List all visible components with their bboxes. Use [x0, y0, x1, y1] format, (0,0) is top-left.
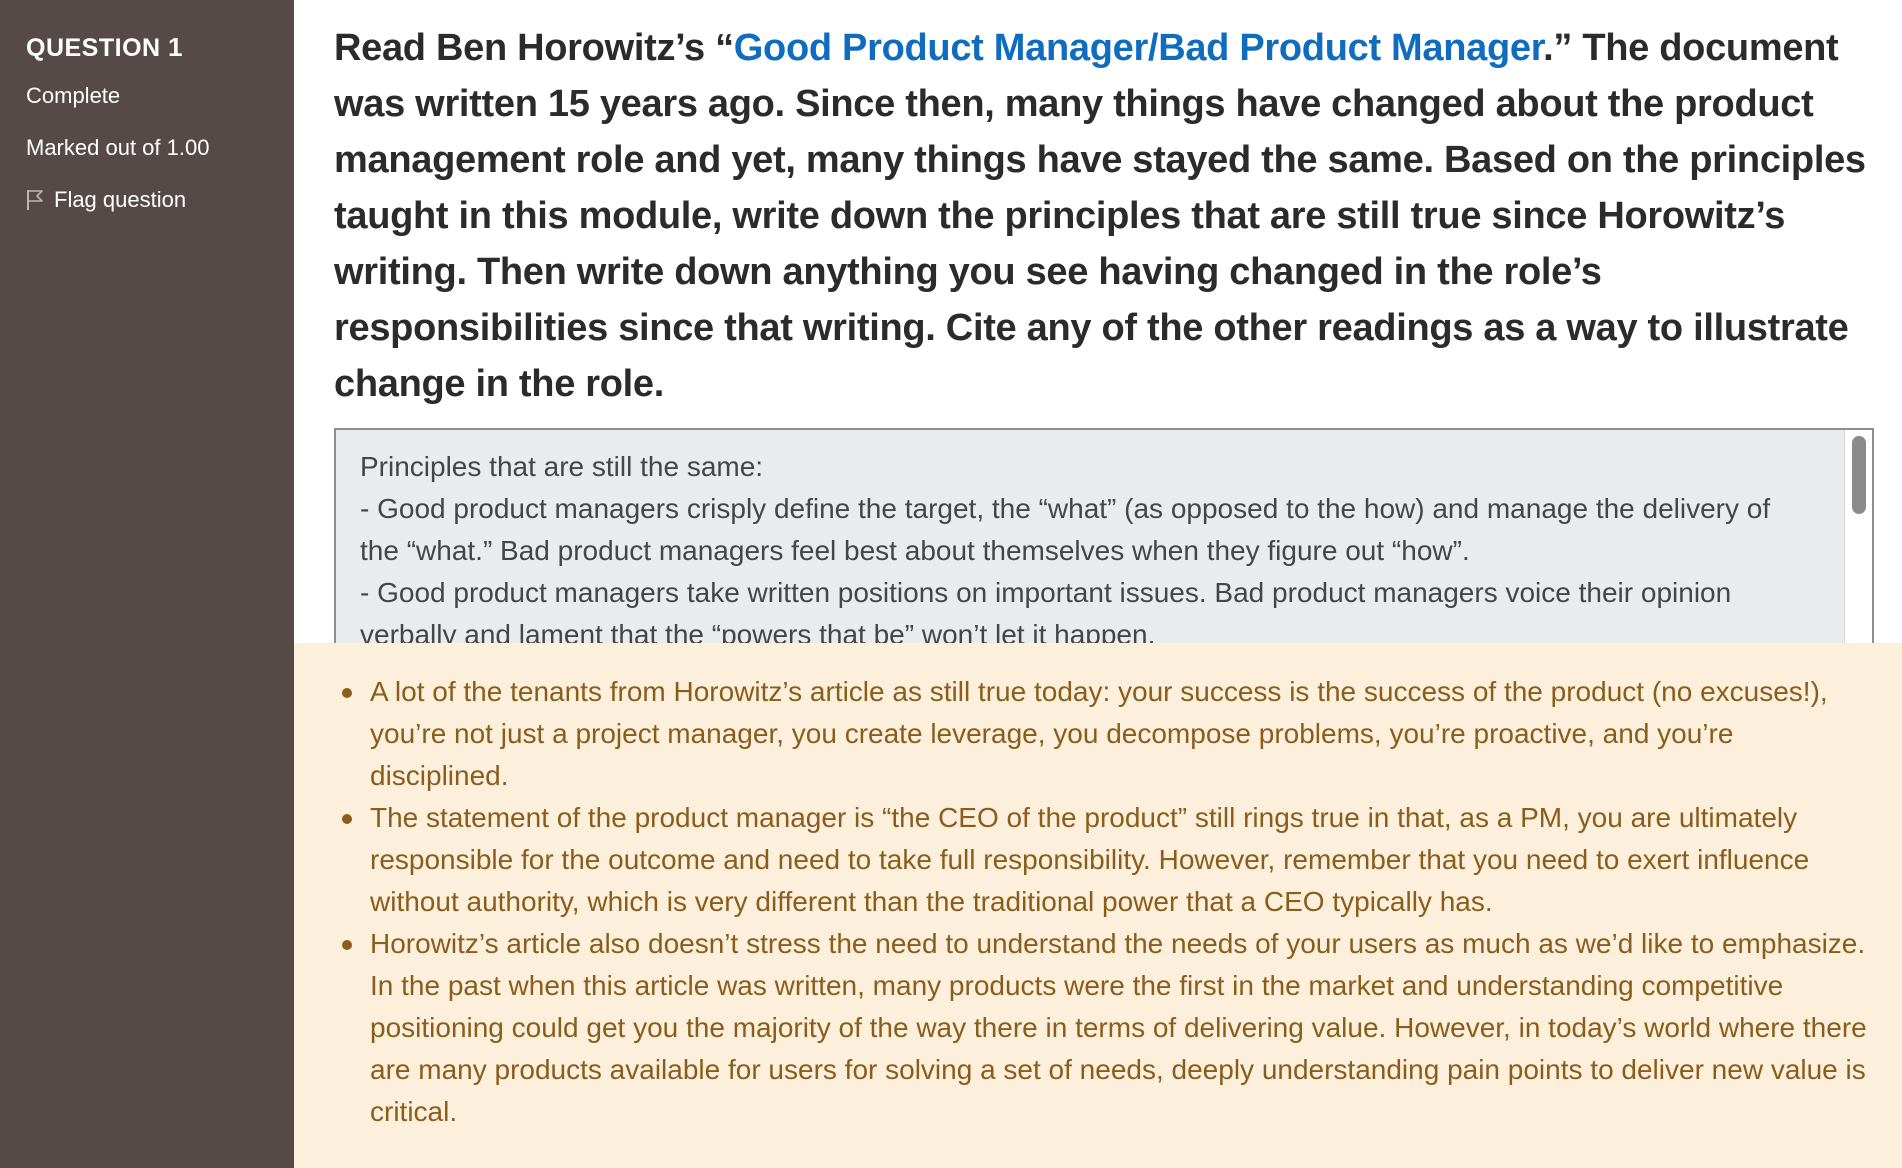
- question-info-panel: QUESTION 1 Complete Marked out of 1.00 F…: [0, 0, 294, 1168]
- feedback-list: A lot of the tenants from Horowitz’s art…: [342, 671, 1872, 1133]
- feedback-item: The statement of the product manager is …: [342, 797, 1872, 923]
- question-number: 1: [168, 32, 183, 62]
- question-text-after: .” The document was written 15 years ago…: [334, 27, 1866, 405]
- flag-icon: [27, 190, 43, 210]
- question-state: Complete: [26, 83, 121, 108]
- answer-text[interactable]: Principles that are still the same: - Go…: [336, 430, 1872, 656]
- question-grade: Marked out of 1.00: [26, 135, 210, 160]
- article-link[interactable]: Good Product Manager/Bad Product Manager: [734, 27, 1544, 69]
- flag-question-label: Flag question: [54, 187, 187, 212]
- feedback-item: Horowitz’s article also doesn’t stress t…: [342, 923, 1872, 1133]
- scrollbar-thumb[interactable]: [1852, 436, 1866, 514]
- general-feedback: A lot of the tenants from Horowitz’s art…: [294, 643, 1902, 1168]
- feedback-item: A lot of the tenants from Horowitz’s art…: [342, 671, 1872, 797]
- question-text-before: Read Ben Horowitz’s “: [334, 27, 734, 69]
- flag-question-button[interactable]: Flag question: [26, 187, 268, 213]
- question-content: Read Ben Horowitz’s “Good Product Manage…: [294, 0, 1902, 1168]
- quiz-question-page: QUESTION 1 Complete Marked out of 1.00 F…: [0, 0, 1902, 1168]
- answer-textarea[interactable]: Principles that are still the same: - Go…: [334, 428, 1874, 665]
- question-text: Read Ben Horowitz’s “Good Product Manage…: [334, 20, 1876, 412]
- answer-scrollbar[interactable]: [1844, 430, 1872, 663]
- question-number-heading: QUESTION 1: [26, 32, 268, 63]
- question-label: QUESTION: [26, 34, 161, 62]
- question-text-area: Read Ben Horowitz’s “Good Product Manage…: [294, 0, 1902, 665]
